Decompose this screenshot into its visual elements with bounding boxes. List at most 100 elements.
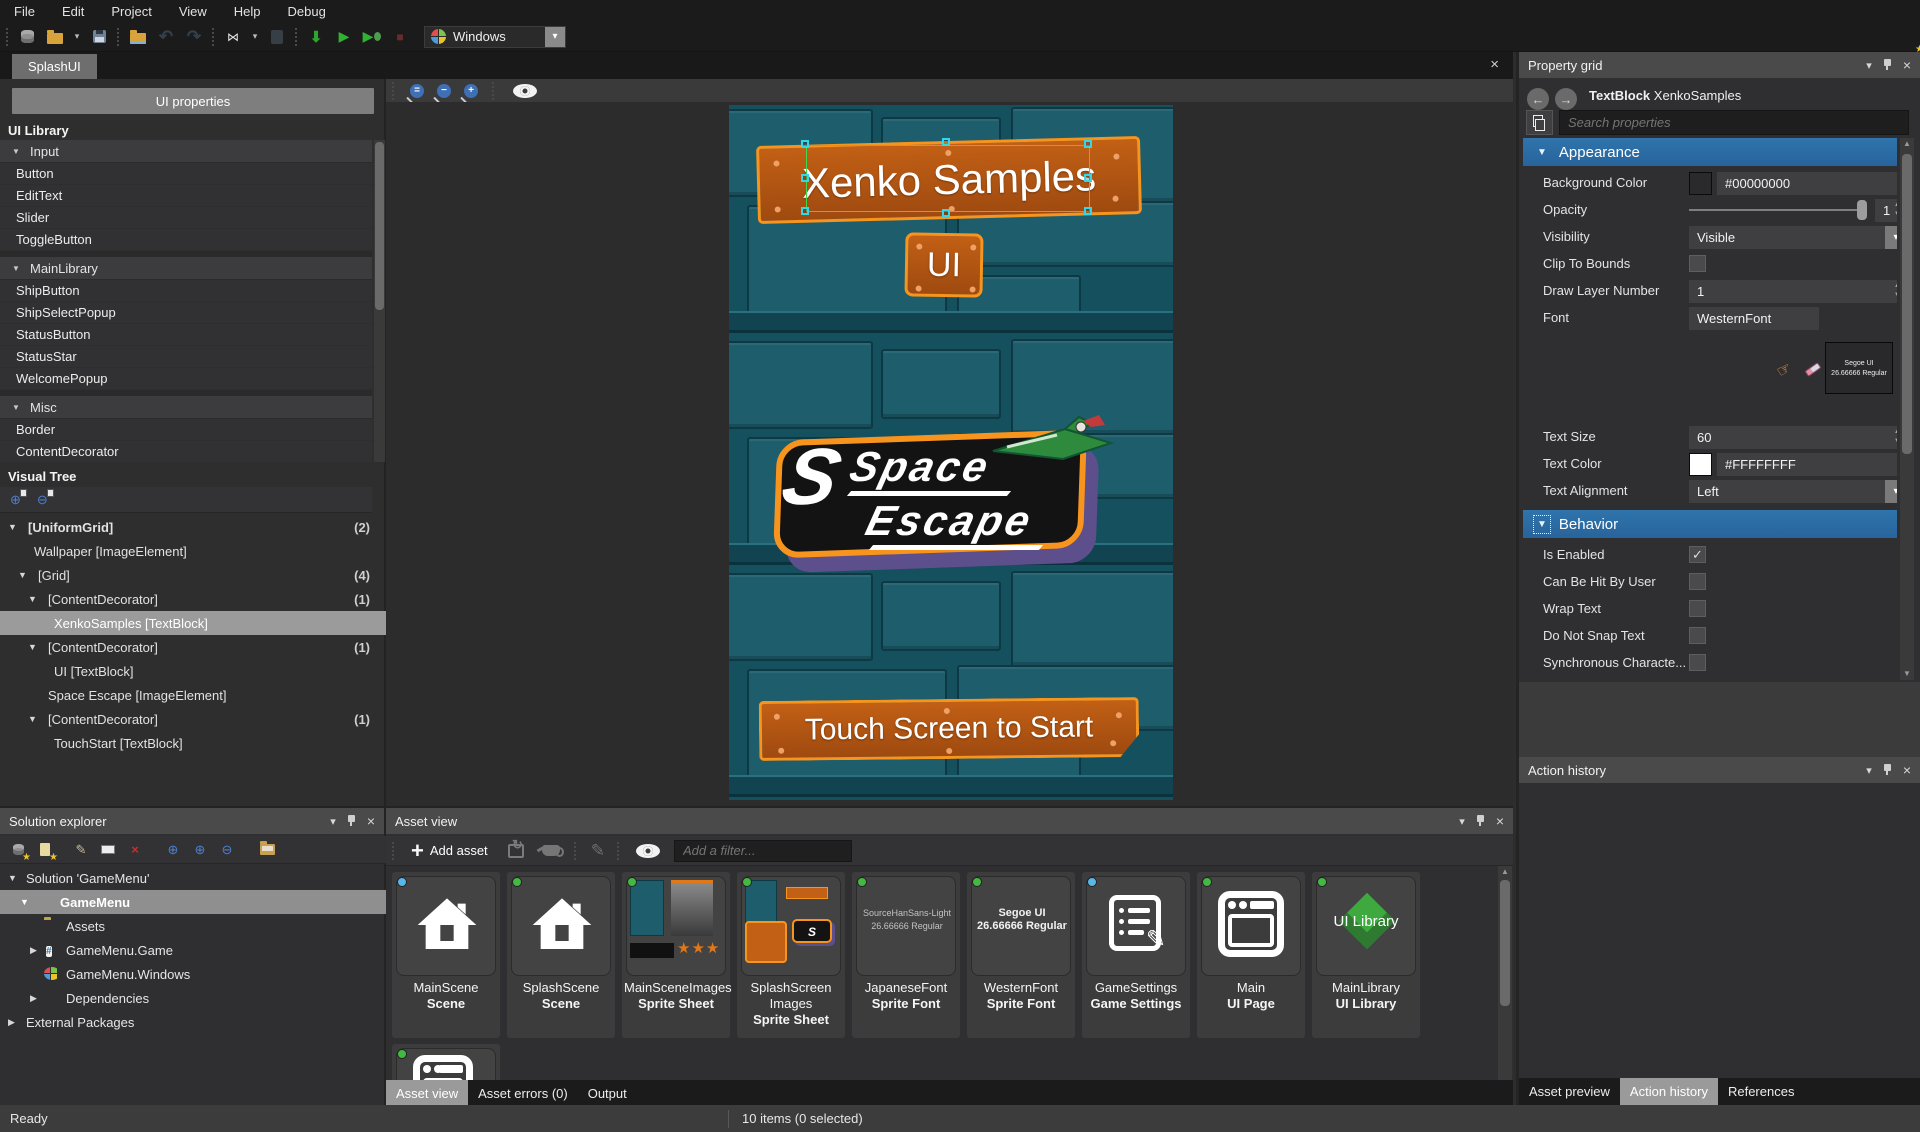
- redo-icon[interactable]: ↷: [182, 26, 206, 48]
- browse-folder-icon[interactable]: [258, 841, 276, 859]
- opacity-field[interactable]: 1 ▲ ▼: [1875, 199, 1897, 222]
- library-scrollbar[interactable]: [374, 140, 385, 462]
- library-item[interactable]: WelcomePopup: [0, 368, 372, 390]
- asset-tile-mainlibrary[interactable]: UI Library MainLibrary UI Library: [1312, 872, 1420, 1038]
- selection-handle[interactable]: [801, 174, 809, 182]
- tab-asset-view[interactable]: Asset view: [386, 1080, 469, 1107]
- ui-properties-button[interactable]: UI properties: [12, 88, 374, 114]
- opacity-slider[interactable]: [1689, 209, 1867, 211]
- tab-output[interactable]: Output: [577, 1080, 637, 1107]
- tab-action-history[interactable]: Action history: [1619, 1078, 1718, 1105]
- connect-device-icon[interactable]: ⋈: [221, 26, 245, 48]
- section-appearance[interactable]: ▼ Appearance: [1523, 138, 1897, 166]
- close-icon[interactable]: ×: [1903, 57, 1911, 73]
- expand-all-icon[interactable]: ⊕: [191, 841, 209, 859]
- library-item[interactable]: StatusStar: [0, 346, 372, 368]
- node-dependencies[interactable]: ▶ Dependencies: [0, 986, 386, 1010]
- build-icon[interactable]: [265, 26, 289, 48]
- tree-node-contentdecorator[interactable]: ▼ [ContentDecorator] (1): [0, 635, 386, 659]
- stop-button[interactable]: ■: [388, 26, 412, 48]
- connect-chevron-icon[interactable]: ▾: [249, 26, 261, 48]
- library-item[interactable]: Slider: [0, 207, 372, 229]
- selection-handle[interactable]: [801, 207, 809, 215]
- close-icon[interactable]: ×: [1903, 762, 1911, 778]
- nav-forward-button[interactable]: →: [1555, 88, 1577, 110]
- ui-editor-canvas[interactable]: Xenko Samples UI S Space Escape Touch Sc…: [386, 102, 1513, 806]
- properties-icon[interactable]: [99, 841, 117, 859]
- asset-view-scrollbar[interactable]: ▲: [1498, 866, 1512, 1080]
- asset-tile-westernfont[interactable]: Segoe UI 26.66666 Regular WesternFont Spri…: [967, 872, 1075, 1038]
- library-group-input[interactable]: ▼ Input: [0, 140, 372, 163]
- pin-icon[interactable]: [1883, 59, 1891, 71]
- open-icon[interactable]: [43, 26, 67, 48]
- picker-hand-icon[interactable]: ☞: [1773, 358, 1795, 382]
- asset-tile-japanesefont[interactable]: SourceHanSans-Light 26.66666 Regular Japa…: [852, 872, 960, 1038]
- asset-tile-splashscene[interactable]: SplashScene Scene: [507, 872, 615, 1038]
- expand-all-icon[interactable]: ⊕: [10, 488, 27, 508]
- tab-splashui[interactable]: SplashUI: [12, 54, 97, 79]
- close-icon[interactable]: ×: [1496, 813, 1504, 829]
- new-project-icon[interactable]: ★: [15, 26, 1920, 55]
- can-be-hit-checkbox[interactable]: [1689, 573, 1706, 590]
- asset-tile-mainscene[interactable]: MainScene Scene: [392, 872, 500, 1038]
- node-gamemenu-windows[interactable]: GameMenu.Windows: [0, 962, 386, 986]
- node-solution[interactable]: ▼ Solution 'GameMenu': [0, 866, 386, 890]
- text-size-field[interactable]: 60 ▲ ▼: [1689, 426, 1897, 449]
- copy-properties-icon[interactable]: [1526, 110, 1553, 135]
- node-gamemenu[interactable]: ▼ GameMenu: [0, 890, 386, 914]
- tree-node-uniformgrid[interactable]: ▼ [UniformGrid] (2): [0, 515, 386, 539]
- node-gamemenu-game[interactable]: ▶ # GameMenu.Game: [0, 938, 386, 962]
- close-document-icon[interactable]: ×: [1490, 56, 1499, 73]
- undo-icon[interactable]: ↶: [154, 26, 178, 48]
- new-package-icon[interactable]: ★: [9, 841, 31, 862]
- collapse-icon[interactable]: ▼: [12, 264, 24, 273]
- library-item[interactable]: Button: [0, 163, 372, 185]
- menu-file[interactable]: File: [14, 4, 35, 19]
- selection-handle[interactable]: [1084, 140, 1092, 148]
- pin-icon[interactable]: [347, 815, 355, 827]
- draw-layer-field[interactable]: 1 ▲ ▼: [1689, 280, 1897, 303]
- pin-icon[interactable]: [1883, 764, 1891, 776]
- tab-asset-errors[interactable]: Asset errors (0): [468, 1080, 578, 1107]
- tree-node-spaceescape[interactable]: Space Escape [ImageElement]: [0, 683, 386, 707]
- menu-view[interactable]: View: [179, 4, 207, 19]
- visibility-eye-icon[interactable]: [513, 83, 537, 98]
- library-group-mainlibrary[interactable]: ▼ MainLibrary: [0, 257, 372, 280]
- pin-icon[interactable]: [1476, 815, 1484, 827]
- zoom-in-icon[interactable]: +: [464, 83, 478, 98]
- new-file-icon[interactable]: ★: [36, 841, 58, 862]
- selection-handle[interactable]: [1084, 207, 1092, 215]
- sample-model-icon[interactable]: [541, 845, 564, 857]
- selection-outline[interactable]: [806, 145, 1090, 212]
- tree-node-xenkosamples[interactable]: XenkoSamples [TextBlock]: [0, 611, 386, 635]
- import-icon[interactable]: [126, 26, 150, 48]
- expand-tree-icon[interactable]: ⊕: [164, 841, 182, 859]
- library-item[interactable]: ShipButton: [0, 280, 372, 302]
- font-field[interactable]: WesternFont: [1689, 307, 1819, 330]
- text-alignment-dropdown[interactable]: Left ▾: [1689, 480, 1897, 503]
- export-asset-icon[interactable]: [507, 843, 524, 858]
- library-item[interactable]: ToggleButton: [0, 229, 372, 251]
- tree-node-ui-textblock[interactable]: UI [TextBlock]: [0, 659, 386, 683]
- zoom-fit-icon[interactable]: =: [410, 83, 424, 98]
- node-external-packages[interactable]: ▶ External Packages: [0, 1010, 386, 1034]
- color-swatch[interactable]: [1689, 453, 1712, 476]
- debug-run-icon[interactable]: ▶: [360, 26, 384, 48]
- play-button[interactable]: ▶: [332, 26, 356, 48]
- text-color-field[interactable]: #FFFFFFFF: [1717, 453, 1897, 476]
- tab-references[interactable]: References: [1717, 1078, 1805, 1105]
- background-color-field[interactable]: #00000000: [1717, 172, 1897, 195]
- save-icon[interactable]: [87, 26, 111, 48]
- tree-node-wallpaper[interactable]: Wallpaper [ImageElement]: [0, 539, 386, 563]
- rename-icon[interactable]: ✎: [72, 841, 90, 859]
- do-not-snap-checkbox[interactable]: [1689, 627, 1706, 644]
- open-chevron-icon[interactable]: ▾: [71, 26, 83, 48]
- selection-handle[interactable]: [942, 209, 950, 217]
- collapse-all-icon[interactable]: ⊖: [37, 488, 54, 508]
- library-item[interactable]: Border: [0, 419, 372, 441]
- selection-handle[interactable]: [1084, 174, 1092, 182]
- fetch-assets-icon[interactable]: ⬇: [304, 26, 328, 48]
- library-group-misc[interactable]: ▼ Misc: [0, 396, 372, 419]
- platform-chevron-icon[interactable]: ▾: [545, 26, 565, 47]
- panel-menu-icon[interactable]: ▾: [330, 815, 336, 828]
